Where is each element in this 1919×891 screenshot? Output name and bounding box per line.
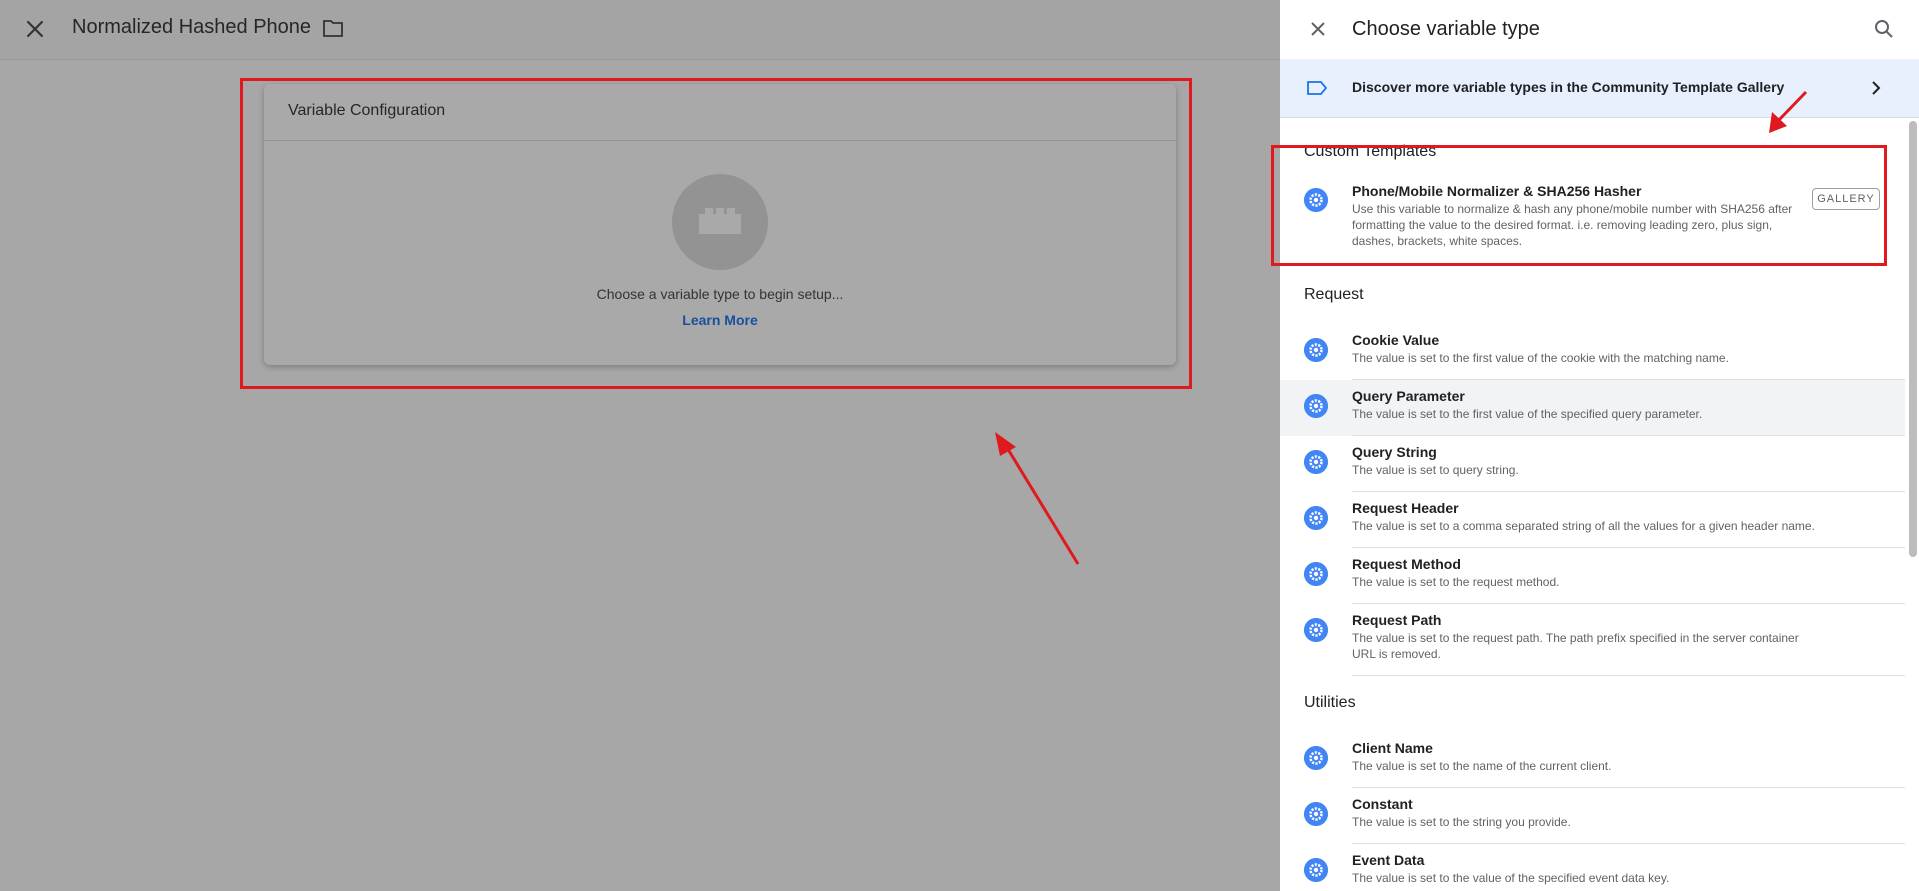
annotation-box-custom-template [1271,145,1887,266]
editor-topbar: Normalized Hashed Phone [0,0,1280,60]
item-description: The value is set to the name of the curr… [1352,759,1612,773]
gear-icon [1304,618,1328,642]
community-gallery-banner[interactable]: Discover more variable types in the Comm… [1280,59,1919,118]
item-description: The value is set to query string. [1352,463,1519,477]
item-description: The value is set to the first value of t… [1352,407,1703,421]
panel-scrollbar[interactable] [1909,121,1917,557]
list-item-constant[interactable]: Constant The value is set to the string y… [1280,788,1905,844]
item-description: The value is set to the string you provi… [1352,815,1571,829]
gear-icon [1304,394,1328,418]
list-item-request-header[interactable]: Request Header The value is set to a comm… [1280,492,1905,548]
item-name: Query Parameter [1352,388,1465,404]
list-item-query-string[interactable]: Query String The value is set to query st… [1280,436,1905,492]
close-icon[interactable] [1306,17,1330,41]
arrow-to-config [995,432,1080,565]
editor-title[interactable]: Normalized Hashed Phone [72,16,311,39]
search-icon[interactable] [1872,17,1896,41]
banner-text[interactable]: Discover more variable types in the Comm… [1352,79,1784,95]
item-name: Client Name [1352,740,1433,756]
gear-icon [1304,562,1328,586]
list-item-request-path[interactable]: Request Path The value is set to the requ… [1280,604,1905,676]
panel-header: Choose variable type [1280,0,1919,59]
panel-title: Choose variable type [1352,18,1540,40]
list-item-request-method[interactable]: Request Method The value is set to the re… [1280,548,1905,604]
list-item-cookie-value[interactable]: Cookie Value The value is set to the firs… [1280,324,1905,380]
item-separator [1352,675,1905,676]
gear-icon [1304,858,1328,882]
annotation-box-config [240,78,1192,389]
item-description: The value is set to the first value of t… [1352,351,1729,365]
choose-variable-panel: Choose variable type Discover more varia… [1280,0,1919,891]
section-utilities: Utilities [1304,694,1356,711]
item-name: Cookie Value [1352,332,1440,348]
close-icon[interactable] [22,16,48,42]
list-item-event-data[interactable]: Event Data The value is set to the value … [1280,844,1905,891]
section-request: Request [1304,286,1364,303]
item-name: Query String [1352,444,1437,460]
gear-icon [1304,746,1328,770]
list-item-client-name[interactable]: Client Name The value is set to the name … [1280,732,1905,788]
chevron-right-icon[interactable] [1867,79,1885,97]
item-description: The value is set to a comma separated st… [1352,519,1815,533]
item-description: The value is set to the value of the spe… [1352,871,1670,885]
gear-icon [1304,802,1328,826]
item-name: Request Method [1352,556,1461,572]
tag-icon [1307,81,1328,95]
gear-icon [1304,338,1328,362]
item-description: The value is set to the request path. Th… [1352,631,1799,661]
gear-icon [1304,506,1328,530]
item-name: Event Data [1352,852,1425,868]
gear-icon [1304,450,1328,474]
item-name: Constant [1352,796,1413,812]
item-description: The value is set to the request method. [1352,575,1560,589]
folder-icon[interactable] [322,18,344,38]
item-name: Request Path [1352,612,1442,628]
item-name: Request Header [1352,500,1459,516]
list-item-query-parameter[interactable]: Query Parameter The value is set to the f… [1280,380,1905,436]
